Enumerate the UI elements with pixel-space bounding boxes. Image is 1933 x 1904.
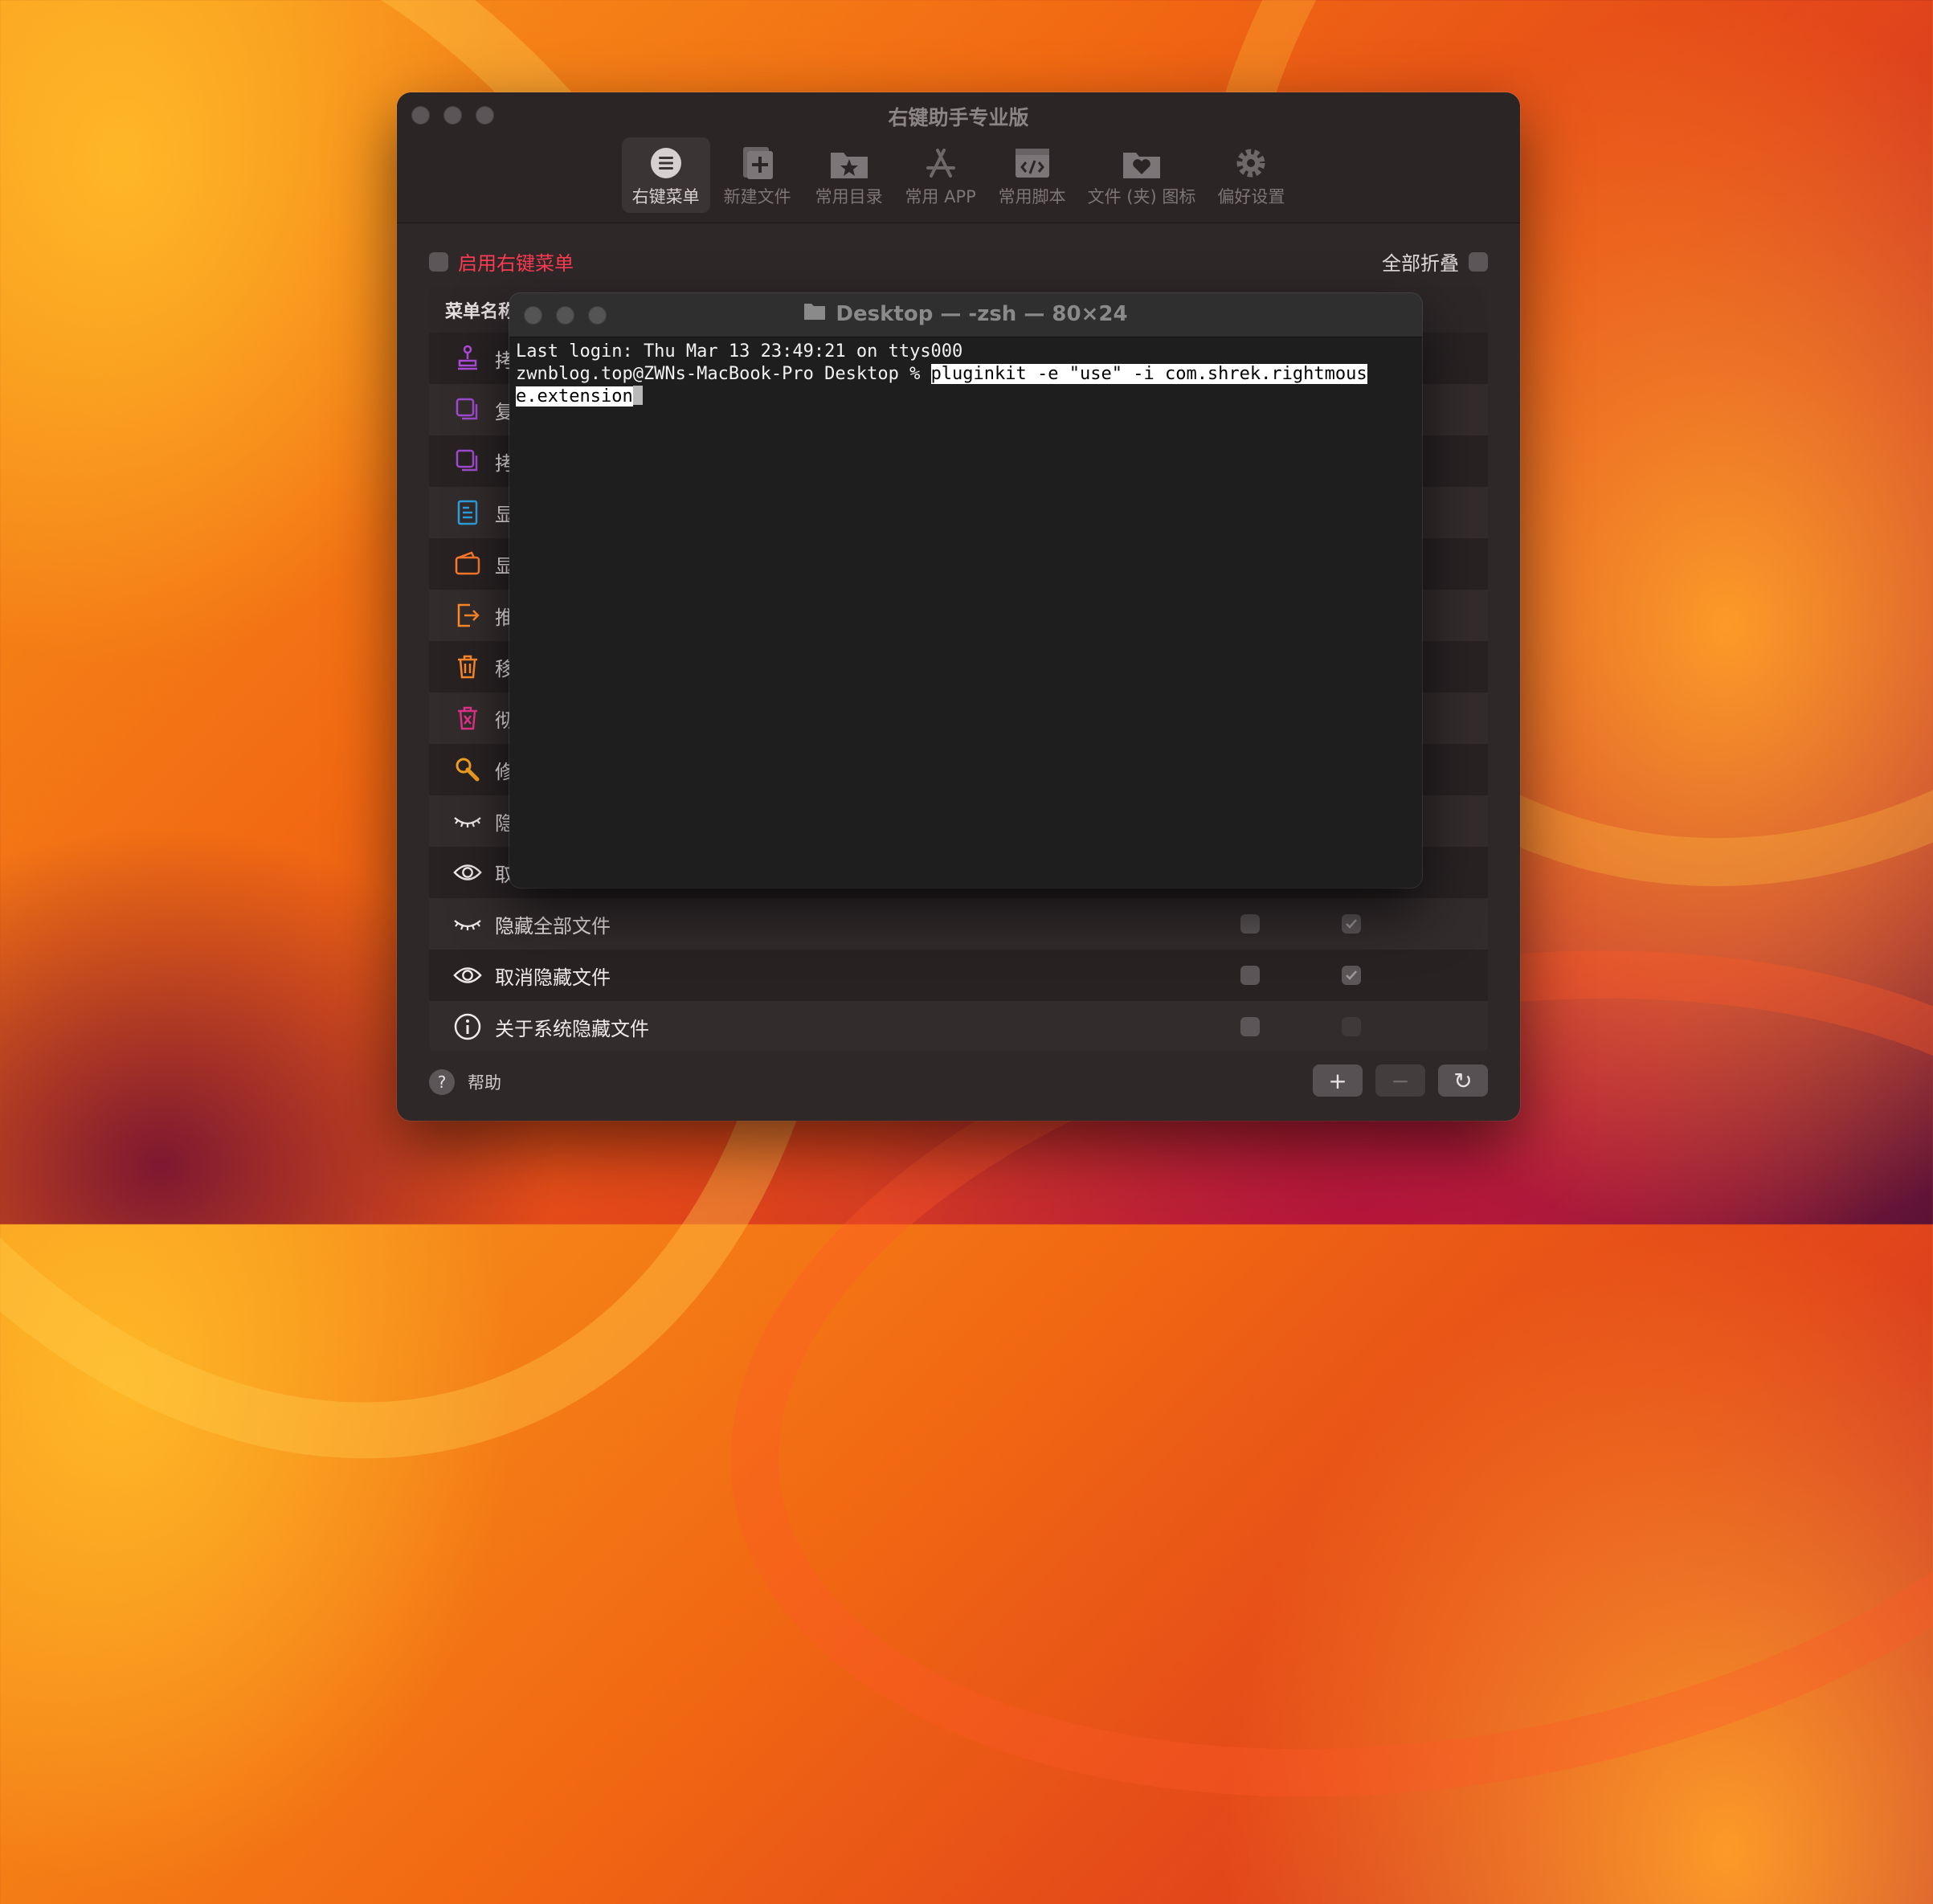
table-row[interactable]: 取消隐藏文件 bbox=[429, 950, 1488, 1001]
add-button[interactable]: + bbox=[1313, 1064, 1363, 1097]
terminal-title-text: Desktop — -zsh — 80×24 bbox=[836, 301, 1128, 326]
folder-heart-icon bbox=[1122, 144, 1162, 182]
app-store-icon bbox=[923, 144, 958, 182]
script-icon bbox=[1014, 144, 1051, 182]
wrench-icon bbox=[453, 755, 482, 784]
enable-menu-row: 启用右键菜单 bbox=[429, 247, 574, 276]
wallet-icon bbox=[453, 550, 482, 578]
tab-label: 偏好设置 bbox=[1217, 187, 1285, 206]
tab-file-folder-icons[interactable]: 文件 (夹) 图标 bbox=[1080, 137, 1204, 213]
tab-label: 右键菜单 bbox=[631, 187, 700, 206]
trash-x-icon bbox=[453, 704, 482, 733]
menu-list-icon bbox=[650, 144, 682, 182]
row-label: 隐藏全部文件 bbox=[495, 914, 611, 938]
row-label: 关于系统隐藏文件 bbox=[495, 1017, 649, 1040]
collapse-all-label: 全部折叠 bbox=[1382, 252, 1459, 275]
eye-icon bbox=[453, 858, 482, 887]
info-icon bbox=[453, 1012, 482, 1041]
table-row[interactable]: 关于系统隐藏文件 bbox=[429, 1001, 1488, 1051]
table-row[interactable]: 隐藏全部文件 bbox=[429, 898, 1488, 950]
last-login-line: Last login: Thu Mar 13 23:49:21 on ttys0… bbox=[516, 341, 963, 362]
help-label[interactable]: 帮助 bbox=[468, 1070, 501, 1094]
tab-label: 常用 APP bbox=[905, 187, 976, 206]
main-titlebar: 右键助手专业版 右键菜单 新建文件 常用目录 常用 APP 常用脚本 文件 (夹… bbox=[397, 92, 1520, 223]
collapse-all-row: 全部折叠 bbox=[1382, 247, 1488, 276]
collapse-all-checkbox[interactable] bbox=[1469, 251, 1488, 272]
document-icon bbox=[453, 498, 482, 527]
copy-icon bbox=[453, 447, 482, 476]
tab-common-scripts[interactable]: 常用脚本 bbox=[988, 137, 1077, 213]
eye-closed-icon bbox=[453, 909, 482, 938]
folder-icon bbox=[803, 301, 826, 326]
gear-icon bbox=[1233, 144, 1269, 182]
eye-closed-icon bbox=[453, 807, 482, 836]
row-checkbox-a[interactable] bbox=[1240, 1017, 1260, 1036]
row-checkbox-b[interactable] bbox=[1342, 914, 1361, 934]
new-file-icon bbox=[740, 144, 775, 182]
copy-icon bbox=[453, 395, 482, 424]
row-label: 取消隐藏文件 bbox=[495, 966, 611, 989]
terminal-window: Desktop — -zsh — 80×24 Last login: Thu M… bbox=[509, 293, 1422, 888]
shell-prompt: zwnblog.top@ZWNs-MacBook-Pro Desktop % bbox=[516, 364, 931, 384]
terminal-output[interactable]: Last login: Thu Mar 13 23:49:21 on ttys0… bbox=[509, 337, 1422, 411]
window-title: 右键助手专业版 bbox=[888, 106, 1029, 129]
exit-icon bbox=[453, 601, 482, 630]
folder-star-icon bbox=[829, 144, 869, 182]
eye-icon bbox=[453, 961, 482, 990]
tab-right-click-menu[interactable]: 右键菜单 bbox=[621, 137, 710, 213]
enable-menu-label: 启用右键菜单 bbox=[458, 252, 574, 275]
terminal-titlebar: Desktop — -zsh — 80×24 bbox=[509, 293, 1422, 337]
terminal-title: Desktop — -zsh — 80×24 bbox=[509, 301, 1422, 326]
tab-preferences[interactable]: 偏好设置 bbox=[1207, 137, 1295, 213]
tab-label: 常用目录 bbox=[815, 187, 883, 206]
help-icon[interactable]: ? bbox=[429, 1069, 455, 1095]
tab-label: 新建文件 bbox=[723, 187, 791, 206]
tab-common-apps[interactable]: 常用 APP bbox=[897, 137, 985, 213]
toolbar: 右键菜单 新建文件 常用目录 常用 APP 常用脚本 文件 (夹) 图标 偏好设… bbox=[397, 137, 1520, 213]
tab-label: 常用脚本 bbox=[998, 187, 1066, 206]
row-checkbox-a[interactable] bbox=[1240, 914, 1260, 934]
selected-command-continued: e.extension bbox=[516, 386, 633, 407]
trash-icon bbox=[453, 652, 482, 681]
remove-button[interactable]: − bbox=[1375, 1064, 1425, 1097]
enable-menu-checkbox[interactable] bbox=[429, 251, 448, 272]
column-menu-name: 菜单名称 bbox=[445, 302, 517, 322]
footer-bar: ? 帮助 + − ↻ bbox=[429, 1064, 1488, 1100]
refresh-button[interactable]: ↻ bbox=[1438, 1064, 1488, 1097]
selected-command: pluginkit -e "use" -i com.shrek.rightmou… bbox=[930, 364, 1367, 384]
row-checkbox-b[interactable] bbox=[1342, 966, 1361, 985]
row-checkbox-b[interactable] bbox=[1342, 1017, 1361, 1036]
row-checkbox-a[interactable] bbox=[1240, 966, 1260, 985]
stamp-icon bbox=[453, 344, 482, 373]
tab-common-folders[interactable]: 常用目录 bbox=[805, 137, 893, 213]
footer-buttons: + − ↻ bbox=[1313, 1064, 1488, 1097]
text-cursor bbox=[632, 386, 643, 405]
tab-label: 文件 (夹) 图标 bbox=[1087, 187, 1196, 206]
tab-new-file[interactable]: 新建文件 bbox=[713, 137, 802, 213]
